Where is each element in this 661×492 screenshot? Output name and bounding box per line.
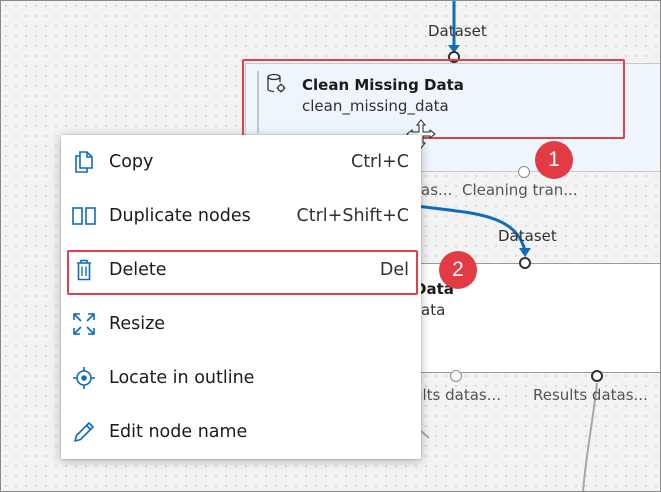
highlight-box-delete	[67, 250, 418, 295]
menu-item-duplicate-nodes[interactable]: Duplicate nodes Ctrl+Shift+C	[61, 190, 421, 244]
node-second-subtitle: ata	[421, 301, 446, 319]
port-label-dataset-top: Dataset	[428, 22, 487, 40]
port-label-dataset-second: Dataset	[498, 227, 557, 245]
locate-icon	[73, 367, 95, 389]
pipeline-canvas[interactable]: Dataset Clean Missing Data clean_missing…	[0, 0, 661, 492]
port-label-output-1: as...	[421, 181, 453, 199]
menu-item-shortcut: Ctrl+Shift+C	[296, 206, 409, 226]
pencil-icon	[74, 422, 94, 442]
edge-arrowhead-second	[519, 248, 531, 257]
menu-item-label: Copy	[109, 152, 154, 172]
menu-item-label: Duplicate nodes	[109, 206, 251, 226]
output-port-results-2[interactable]	[591, 370, 603, 382]
menu-item-locate-in-outline[interactable]: Locate in outline	[61, 352, 421, 406]
context-menu: Copy Ctrl+C Duplicate nodes Ctrl+Shift+C…	[61, 135, 421, 459]
port-label-cleaning-transformation: Cleaning tran...	[462, 181, 578, 199]
menu-item-label: Edit node name	[109, 422, 248, 442]
output-port-cleaning-transformation[interactable]	[518, 166, 530, 178]
duplicate-icon	[72, 207, 96, 225]
menu-item-label: Locate in outline	[109, 368, 255, 388]
menu-item-shortcut: Ctrl+C	[350, 152, 409, 172]
menu-item-resize[interactable]: Resize	[61, 298, 421, 352]
edge-output-left	[420, 430, 430, 439]
menu-item-copy[interactable]: Copy Ctrl+C	[61, 136, 421, 190]
menu-item-label: Resize	[109, 314, 166, 334]
input-port-dataset-second[interactable]	[519, 257, 531, 269]
copy-icon	[75, 151, 93, 173]
callout-badge-1: 1	[535, 141, 573, 179]
callout-badge-2: 2	[439, 251, 477, 289]
port-label-results-1: ults datas...	[413, 386, 502, 404]
port-label-results-2: Results datas...	[533, 386, 648, 404]
output-port-results-1[interactable]	[450, 370, 462, 382]
menu-item-edit-node-name[interactable]: Edit node name	[61, 406, 421, 460]
resize-icon	[73, 313, 95, 335]
